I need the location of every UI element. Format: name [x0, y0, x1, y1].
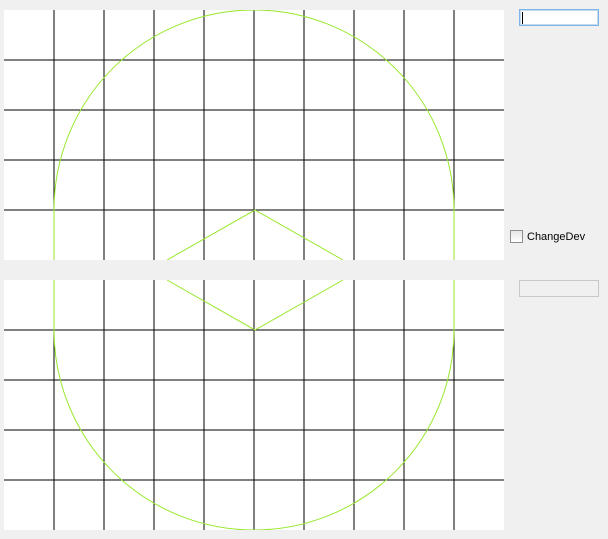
text-caret [522, 12, 523, 24]
top-text-input[interactable] [519, 9, 599, 26]
top-grid [4, 10, 504, 260]
checkbox-box-icon[interactable] [510, 230, 523, 243]
bottom-text-input[interactable] [519, 280, 599, 297]
bottom-graph-panel [4, 280, 504, 530]
bottom-graph-canvas [4, 280, 504, 530]
v-shape-upper [166, 209, 344, 260]
change-dev-checkbox[interactable]: ChangeDev [510, 230, 585, 243]
change-dev-label: ChangeDev [527, 230, 586, 243]
top-graph-canvas [4, 10, 504, 260]
top-graph-panel [4, 10, 504, 260]
bottom-grid [4, 280, 504, 530]
v-shape-lower [166, 280, 344, 331]
app-window: ChangeDev [0, 0, 608, 539]
